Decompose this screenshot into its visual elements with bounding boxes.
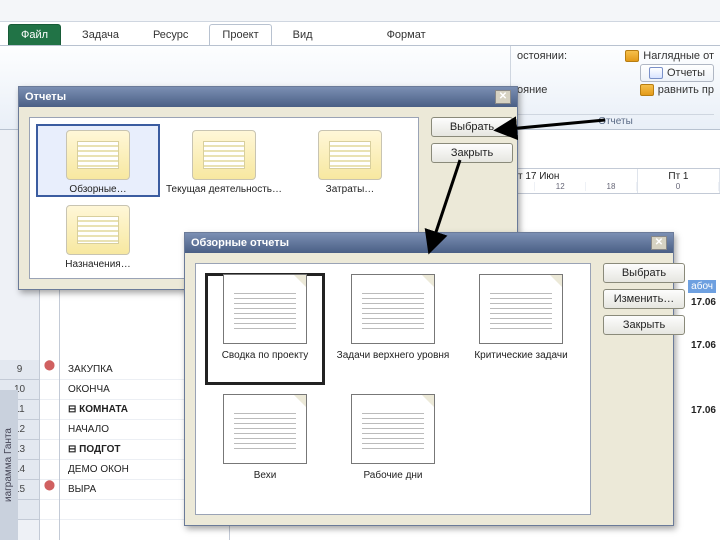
report-critical-tasks[interactable]: Критические задачи — [462, 274, 580, 384]
indicator-cell: ⬤ — [40, 480, 59, 500]
report-thumb-icon — [223, 394, 307, 464]
indicator-cell — [40, 460, 59, 480]
report-thumb-icon — [223, 274, 307, 344]
dialog-buttons: Выбрать Изменить… Закрыть — [603, 263, 685, 515]
dialog-title: Отчеты — [25, 91, 66, 103]
chart-icon — [625, 50, 639, 62]
costs-icon — [318, 130, 382, 180]
report-project-summary[interactable]: Сводка по проекту — [206, 274, 324, 384]
indicator-cell — [40, 500, 59, 520]
visual-reports-button[interactable]: Наглядные от — [643, 50, 714, 62]
dialog-titlebar[interactable]: Отчеты ✕ — [19, 87, 517, 107]
report-label: Задачи верхнего уровня — [334, 350, 452, 361]
report-thumb-icon — [351, 274, 435, 344]
timeline-date-label: 17.06 — [688, 405, 716, 416]
indicator-cell — [40, 400, 59, 420]
reports-button-label: Отчеты — [667, 67, 705, 79]
close-button[interactable]: Закрыть — [603, 315, 685, 335]
close-icon[interactable]: ✕ — [495, 90, 511, 104]
category-label: Обзорные… — [38, 184, 158, 195]
compare-projects-button[interactable]: равнить пр — [658, 84, 714, 96]
category-label: Назначения… — [38, 259, 158, 270]
category-assignments[interactable]: Назначения… — [38, 201, 158, 270]
report-list: Сводка по проекту Задачи верхнего уровня… — [195, 263, 591, 515]
category-current-activity[interactable]: Текущая деятельность… — [164, 126, 284, 195]
category-costs[interactable]: Затраты… — [290, 126, 410, 195]
report-thumb-icon — [351, 394, 435, 464]
overview-reports-dialog: Обзорные отчеты ✕ Сводка по проекту Зада… — [184, 232, 674, 526]
quick-access-toolbar — [0, 0, 720, 22]
timeline-labels: абоч 17.06 17.06 17.06 — [688, 280, 716, 416]
indicator-cell: ⬤ — [40, 360, 59, 380]
assignments-icon — [66, 205, 130, 255]
report-label: Критические задачи — [462, 350, 580, 361]
ribbon-group-label: Отчеты — [517, 114, 714, 129]
select-button[interactable]: Выбрать — [603, 263, 685, 283]
dialog-title: Обзорные отчеты — [191, 237, 289, 249]
tab-project[interactable]: Проект — [209, 24, 271, 45]
tab-task[interactable]: Задача — [69, 24, 132, 45]
category-label: Текущая деятельность… — [164, 184, 284, 195]
tab-format[interactable]: Формат — [374, 24, 439, 45]
report-label: Рабочие дни — [334, 470, 452, 481]
tab-resource[interactable]: Ресурс — [140, 24, 201, 45]
select-button[interactable]: Выбрать — [431, 117, 513, 137]
report-label: Сводка по проекту — [206, 350, 324, 361]
indicator-cell — [40, 380, 59, 400]
close-icon[interactable]: ✕ — [651, 236, 667, 250]
tab-view[interactable]: Вид — [280, 24, 326, 45]
edit-button[interactable]: Изменить… — [603, 289, 685, 309]
overview-icon — [66, 130, 130, 180]
category-label: Затраты… — [290, 184, 410, 195]
baseline-text: ояние — [517, 84, 547, 96]
timeline-date-label: 17.06 — [688, 297, 716, 308]
compare-icon — [640, 84, 654, 96]
status-date-label: остоянии: — [517, 50, 567, 62]
category-overview[interactable]: Обзорные… — [38, 126, 158, 195]
ribbon-tabs: Файл Задача Ресурс Проект Вид Формат — [0, 22, 720, 46]
report-label: Вехи — [206, 470, 324, 481]
activity-icon — [192, 130, 256, 180]
reports-button[interactable]: Отчеты — [640, 64, 714, 82]
indicator-cell — [40, 420, 59, 440]
timescale-day: Пт 1 0 — [638, 169, 720, 193]
report-working-days[interactable]: Рабочие дни — [334, 394, 452, 504]
row-number[interactable]: 9 — [0, 360, 39, 380]
close-button[interactable]: Закрыть — [431, 143, 513, 163]
report-top-level-tasks[interactable]: Задачи верхнего уровня — [334, 274, 452, 384]
report-thumb-icon — [479, 274, 563, 344]
dialog-titlebar[interactable]: Обзорные отчеты ✕ — [185, 233, 673, 253]
timeline-date-label: 17.06 — [688, 340, 716, 351]
indicator-cell — [40, 440, 59, 460]
tab-file[interactable]: Файл — [8, 24, 61, 45]
timeline-resource-label: абоч — [688, 280, 716, 293]
view-side-tab[interactable]: иаграмма Ганта — [0, 390, 18, 540]
report-icon — [649, 67, 663, 79]
report-milestones[interactable]: Вехи — [206, 394, 324, 504]
ribbon-group-reports: остоянии: Наглядные от Отчеты ояние равн… — [510, 46, 720, 129]
